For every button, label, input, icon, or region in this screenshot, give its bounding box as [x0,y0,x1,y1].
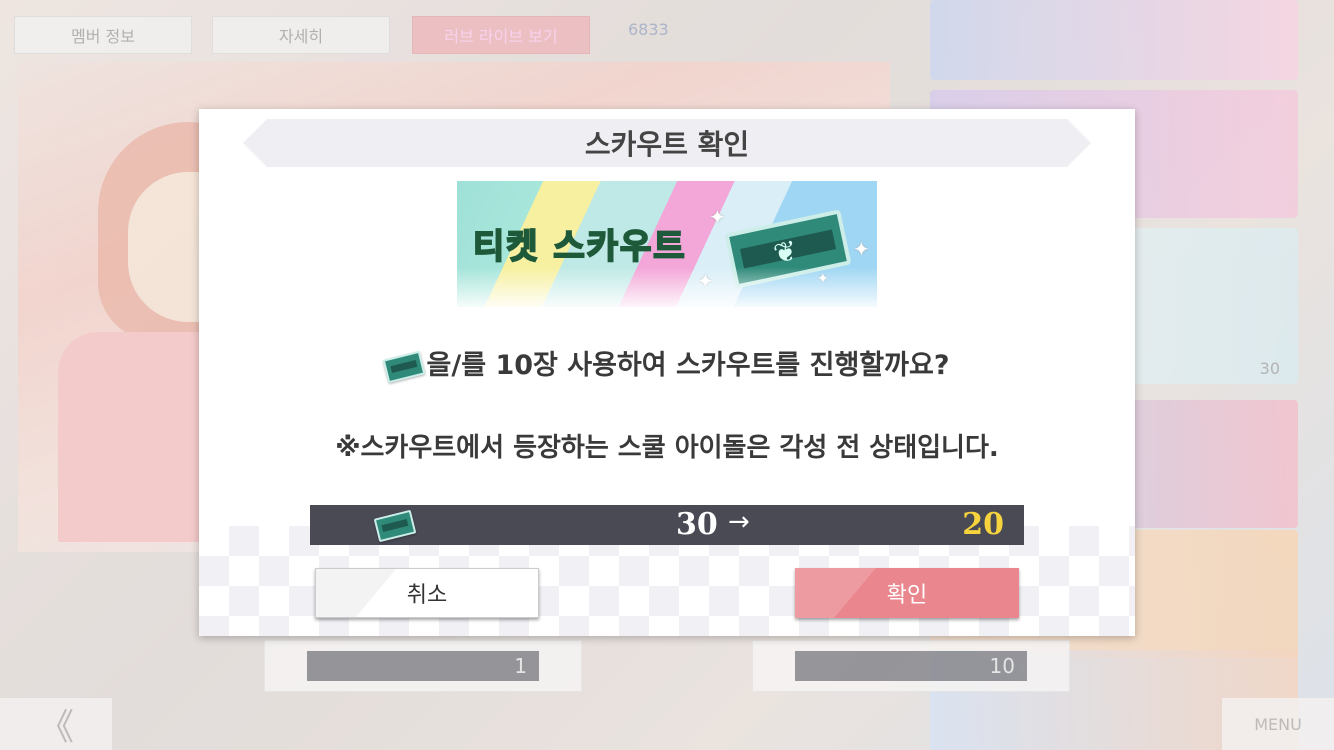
sparkle-icon: ✦ [709,205,726,229]
confirm-button[interactable]: 확인 [795,568,1019,618]
confirm-message: 을/를 10장 사용하여 스카우트를 진행할까요? [199,343,1135,383]
dialog-title: 스카우트 확인 [584,128,750,161]
scout-confirm-dialog: 스카우트 확인 티켓 스카우트 ❦ ✦ ✦ ✦ ✦ 을/를 10장 사용하여 스… [199,109,1135,636]
ticket-cost-bar: 30 → 20 [310,505,1024,545]
confirm-message-text: 을/를 10장 사용하여 스카우트를 진행할까요? [426,350,950,381]
ticket-icon [382,350,425,383]
cancel-button-label: 취소 [406,583,448,608]
ticket-scout-banner: 티켓 스카우트 ❦ ✦ ✦ ✦ ✦ [457,181,877,307]
sparkle-icon: ✦ [853,237,870,261]
confirm-button-label: 확인 [886,583,928,608]
cancel-button[interactable]: 취소 [315,568,539,618]
ticket-icon [373,509,417,543]
notice-message: ※스카우트에서 등장하는 스쿨 아이돌은 각성 전 상태입니다. [335,433,999,463]
ticket-count-before: 30 [676,507,718,542]
dialog-title-band: 스카우트 확인 [243,119,1091,167]
arrow-right-icon: → [728,507,750,537]
banner-title: 티켓 스카우트 [472,226,687,268]
ticket-count-after: 20 [962,507,1004,542]
